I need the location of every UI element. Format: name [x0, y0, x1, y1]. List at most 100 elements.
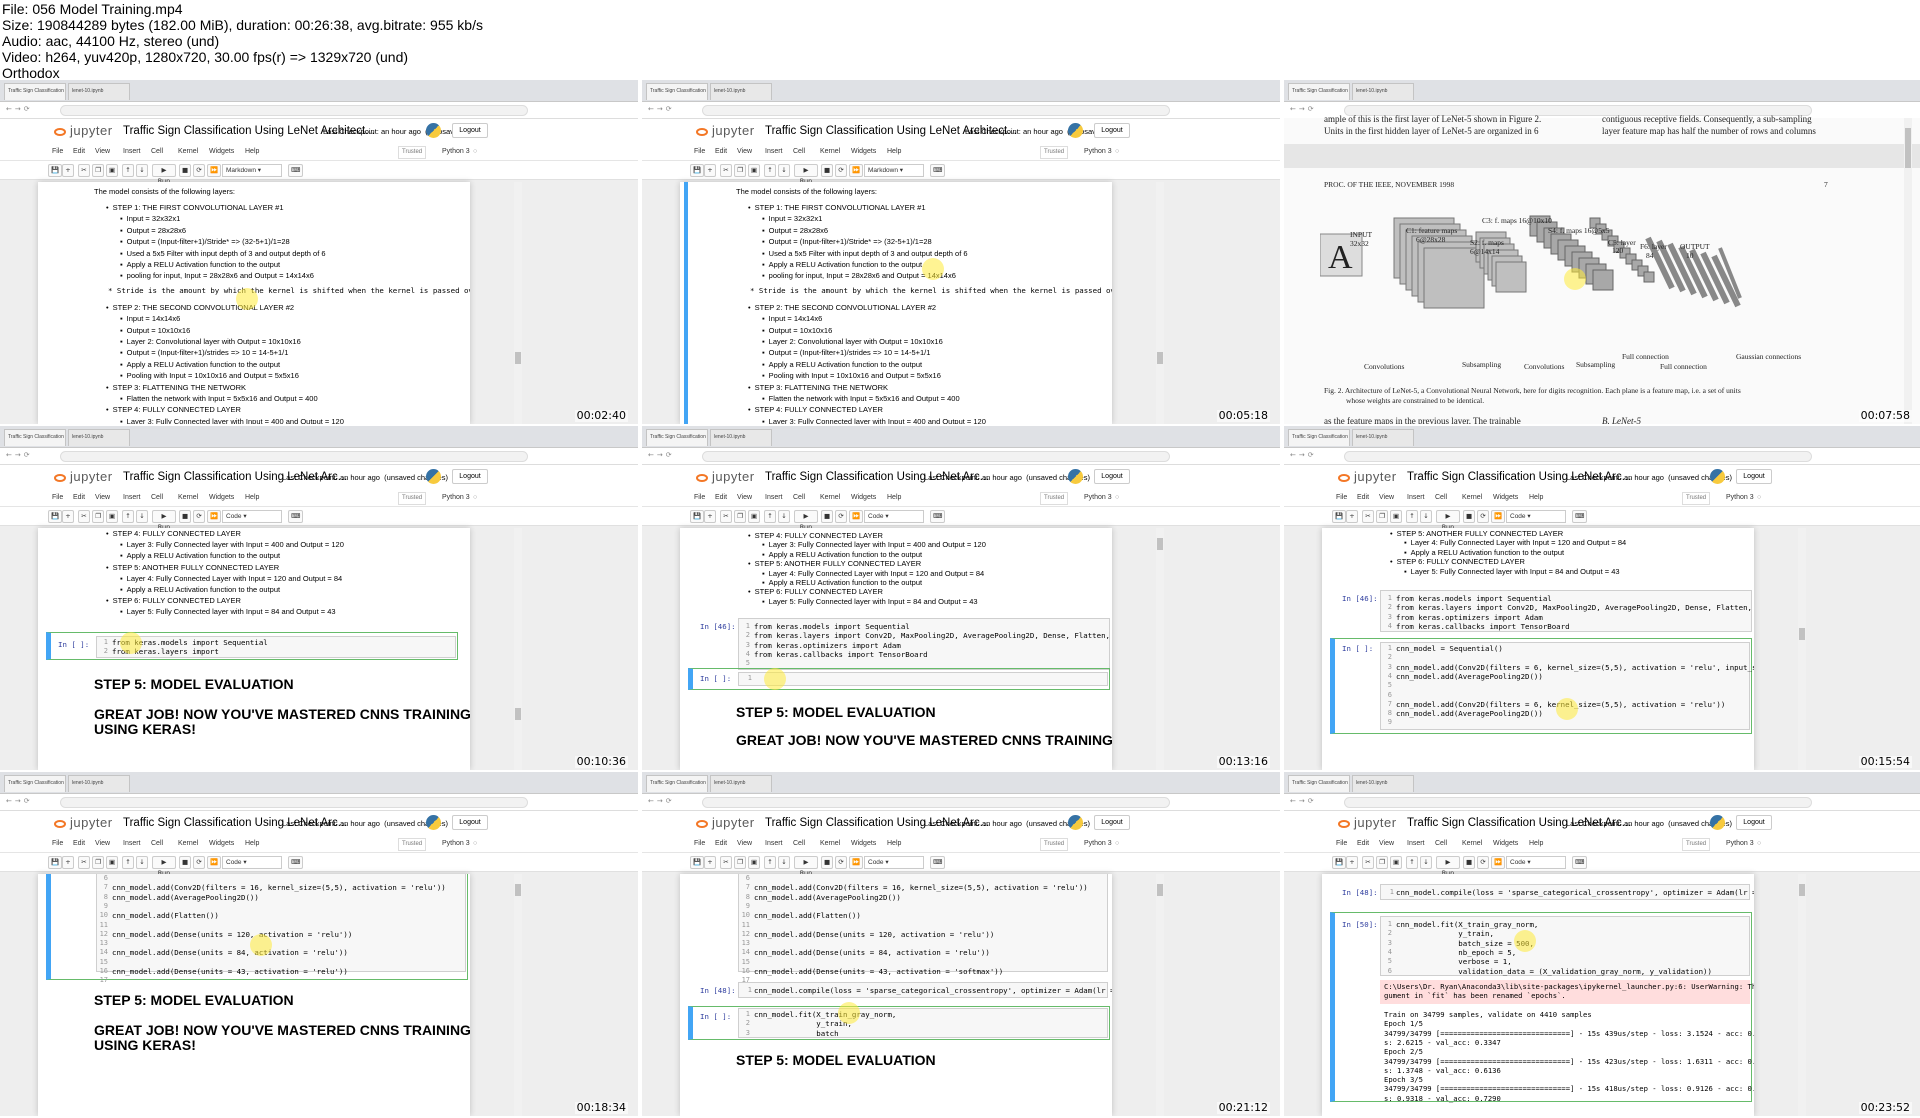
- nav-arrows-icon[interactable]: ←→⟳: [648, 105, 675, 114]
- menu-view[interactable]: View: [737, 147, 752, 157]
- cut-icon[interactable]: ✂: [1362, 856, 1374, 869]
- menu-file[interactable]: File: [1336, 493, 1347, 503]
- insert-cell-icon[interactable]: +: [704, 856, 716, 869]
- code-line[interactable]: cnn_model.add(AveragePooling2D()): [1396, 672, 1543, 681]
- cut-icon[interactable]: ✂: [720, 164, 732, 177]
- insert-cell-icon[interactable]: +: [704, 164, 716, 177]
- code-line[interactable]: from keras.models import Sequential: [754, 622, 910, 631]
- menu-help[interactable]: Help: [245, 493, 259, 503]
- menu-view[interactable]: View: [1379, 839, 1394, 849]
- keyboard-icon[interactable]: ⌨: [1572, 856, 1588, 869]
- menu-kernel[interactable]: Kernel: [820, 839, 840, 849]
- menu-insert[interactable]: Insert: [123, 839, 141, 849]
- nav-arrows-icon[interactable]: ←→⟳: [6, 797, 33, 806]
- restart-run-all-icon[interactable]: ⏩: [849, 164, 864, 177]
- browser-tab[interactable]: Traffic Sign Classification: [1288, 429, 1350, 446]
- insert-cell-icon[interactable]: +: [704, 510, 716, 523]
- jupyter-logo[interactable]: jupyter: [1338, 815, 1397, 831]
- menu-help[interactable]: Help: [245, 839, 259, 849]
- stop-icon[interactable]: ■: [821, 510, 834, 523]
- code-line[interactable]: cnn_model.add(Dense(units = 43, activati…: [112, 967, 348, 976]
- restart-icon[interactable]: ⟳: [1477, 856, 1489, 869]
- jupyter-logo[interactable]: jupyter: [54, 469, 113, 485]
- copy-icon[interactable]: ❐: [92, 164, 104, 177]
- menu-insert[interactable]: Insert: [765, 493, 783, 503]
- trusted-badge[interactable]: Trusted: [398, 492, 427, 505]
- menu-file[interactable]: File: [52, 493, 63, 503]
- restart-icon[interactable]: ⟳: [835, 510, 847, 523]
- cell-type-select[interactable]: Code ▾: [1506, 510, 1566, 523]
- menu-widgets[interactable]: Widgets: [209, 147, 234, 157]
- move-down-icon[interactable]: ↓: [778, 164, 790, 177]
- move-down-icon[interactable]: ↓: [778, 856, 790, 869]
- run-button[interactable]: ▶ Run: [794, 510, 818, 531]
- paste-icon[interactable]: ▣: [1390, 510, 1403, 523]
- move-up-icon[interactable]: ↑: [764, 856, 776, 869]
- cut-icon[interactable]: ✂: [720, 510, 732, 523]
- code-line[interactable]: from keras.callbacks import TensorBoard: [1396, 622, 1570, 631]
- url-bar[interactable]: [60, 451, 528, 462]
- menu-view[interactable]: View: [1379, 493, 1394, 503]
- code-line[interactable]: cnn_model.add(Flatten()): [112, 911, 219, 920]
- menu-cell[interactable]: Cell: [793, 493, 805, 503]
- code-line[interactable]: cnn_model.add(AveragePooling2D()): [1396, 709, 1543, 718]
- code-line[interactable]: from keras.layers import Conv2D, MaxPool…: [754, 631, 1112, 640]
- trusted-badge[interactable]: Trusted: [398, 146, 427, 159]
- scrollbar[interactable]: [1798, 528, 1806, 770]
- browser-tab[interactable]: lenet-10.ipynb: [68, 83, 130, 100]
- keyboard-icon[interactable]: ⌨: [1572, 510, 1588, 523]
- cell-type-select[interactable]: Markdown ▾: [222, 164, 282, 177]
- browser-tab[interactable]: Traffic Sign Classification: [646, 775, 708, 792]
- menu-widgets[interactable]: Widgets: [851, 493, 876, 503]
- code-line[interactable]: cnn_model.add(AveragePooling2D()): [112, 893, 259, 902]
- trusted-badge[interactable]: Trusted: [1682, 838, 1711, 851]
- menu-edit[interactable]: Edit: [73, 839, 85, 849]
- menu-file[interactable]: File: [694, 839, 705, 849]
- browser-tab[interactable]: Traffic Sign Classification: [4, 83, 66, 100]
- menu-kernel[interactable]: Kernel: [820, 147, 840, 157]
- menu-file[interactable]: File: [694, 147, 705, 157]
- menu-view[interactable]: View: [737, 839, 752, 849]
- jupyter-logo[interactable]: jupyter: [696, 123, 755, 139]
- restart-icon[interactable]: ⟳: [835, 164, 847, 177]
- restart-run-all-icon[interactable]: ⏩: [207, 164, 222, 177]
- code-line[interactable]: cnn_model.fit(X_train_gray_norm,: [754, 1010, 896, 1019]
- url-bar[interactable]: [60, 105, 528, 116]
- cell-type-select[interactable]: Code ▾: [864, 856, 924, 869]
- menu-insert[interactable]: Insert: [765, 839, 783, 849]
- browser-tab[interactable]: lenet-10.ipynb: [1352, 429, 1414, 446]
- scrollbar[interactable]: [1156, 182, 1164, 424]
- paste-icon[interactable]: ▣: [748, 164, 761, 177]
- copy-icon[interactable]: ❐: [734, 856, 746, 869]
- run-button[interactable]: ▶ Run: [152, 856, 176, 877]
- menu-file[interactable]: File: [1336, 839, 1347, 849]
- scrollbar[interactable]: [1156, 528, 1164, 770]
- code-line[interactable]: cnn_model.add(Dense(units = 43, activati…: [754, 967, 1003, 976]
- move-down-icon[interactable]: ↓: [1420, 856, 1432, 869]
- paste-icon[interactable]: ▣: [1390, 856, 1403, 869]
- jupyter-logo[interactable]: jupyter: [696, 815, 755, 831]
- copy-icon[interactable]: ❐: [734, 510, 746, 523]
- paste-icon[interactable]: ▣: [106, 856, 119, 869]
- video-thumbnail[interactable]: Traffic Sign Classification lenet-10.ipy…: [0, 772, 638, 1116]
- code-line[interactable]: from keras.optimizers import Adam: [754, 641, 901, 650]
- stop-icon[interactable]: ■: [179, 164, 192, 177]
- move-up-icon[interactable]: ↑: [122, 164, 134, 177]
- restart-icon[interactable]: ⟳: [1477, 510, 1489, 523]
- insert-cell-icon[interactable]: +: [1346, 856, 1358, 869]
- scrollbar[interactable]: [514, 528, 522, 770]
- code-line[interactable]: cnn_model.add(Conv2D(filters = 6, kernel…: [1396, 663, 1754, 672]
- insert-cell-icon[interactable]: +: [62, 856, 74, 869]
- cell-type-select[interactable]: Markdown ▾: [864, 164, 924, 177]
- browser-tab[interactable]: lenet-10.ipynb: [68, 775, 130, 792]
- save-icon[interactable]: 💾: [1332, 510, 1347, 523]
- stop-icon[interactable]: ■: [1463, 510, 1476, 523]
- logout-button[interactable]: Logout: [1094, 469, 1130, 484]
- save-icon[interactable]: 💾: [690, 510, 705, 523]
- code-line[interactable]: cnn_model.add(Dense(units = 120, activat…: [112, 930, 352, 939]
- code-line[interactable]: cnn_model.add(Conv2D(filters = 16, kerne…: [112, 883, 446, 892]
- save-icon[interactable]: 💾: [48, 510, 63, 523]
- run-button[interactable]: ▶ Run: [152, 510, 176, 531]
- menu-insert[interactable]: Insert: [1407, 839, 1425, 849]
- menu-widgets[interactable]: Widgets: [851, 839, 876, 849]
